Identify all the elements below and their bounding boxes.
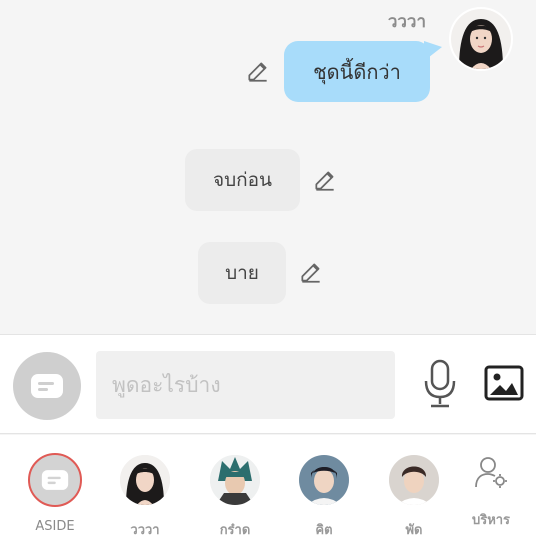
manage-button[interactable]: บริหาร	[458, 455, 524, 530]
character-krad[interactable]: กร๋าด	[195, 453, 275, 540]
message-bubble-action[interactable]: บาย	[198, 242, 286, 304]
bubble-tail	[424, 41, 442, 61]
edit-pencil-icon[interactable]	[245, 58, 271, 84]
character-avatar	[208, 453, 262, 507]
manage-label: บริหาร	[471, 513, 511, 528]
message-bubble-action[interactable]: จบก่อน	[185, 149, 300, 211]
character-label: คิต	[315, 523, 333, 538]
sender-name: วววา	[387, 12, 426, 32]
chat-lines-icon	[31, 374, 63, 398]
character-phat[interactable]: พัด	[374, 453, 454, 540]
image-icon[interactable]	[484, 365, 524, 401]
chat-area[interactable]: วววา ชุดนี้ดีกว่า จบก่อน บาย	[0, 0, 536, 334]
sender-avatar[interactable]	[449, 7, 513, 71]
character-vvva[interactable]: วววา	[105, 453, 185, 540]
input-bar	[0, 334, 536, 434]
microphone-icon[interactable]	[421, 359, 459, 409]
character-avatar	[297, 453, 351, 507]
character-label: ASIDE	[35, 519, 75, 534]
message-input[interactable]	[96, 351, 395, 419]
chat-lines-icon	[41, 470, 69, 490]
character-avatar	[387, 453, 441, 507]
character-label: พัด	[405, 523, 423, 538]
character-avatar	[118, 453, 172, 507]
character-label: วววา	[130, 523, 160, 538]
character-bar: ASIDE วววา กร๋าด คิต พัด บริหาร	[0, 435, 536, 543]
message-bubble-sent[interactable]: ชุดนี้ดีกว่า	[284, 41, 430, 102]
aside-avatar	[28, 453, 82, 507]
character-kit[interactable]: คิต	[284, 453, 364, 540]
user-settings-icon	[475, 457, 507, 488]
character-label: กร๋าด	[219, 523, 251, 538]
edit-pencil-icon[interactable]	[312, 167, 338, 193]
aside-button[interactable]	[13, 352, 81, 420]
edit-pencil-icon[interactable]	[298, 259, 324, 285]
character-aside[interactable]: ASIDE	[15, 453, 95, 534]
